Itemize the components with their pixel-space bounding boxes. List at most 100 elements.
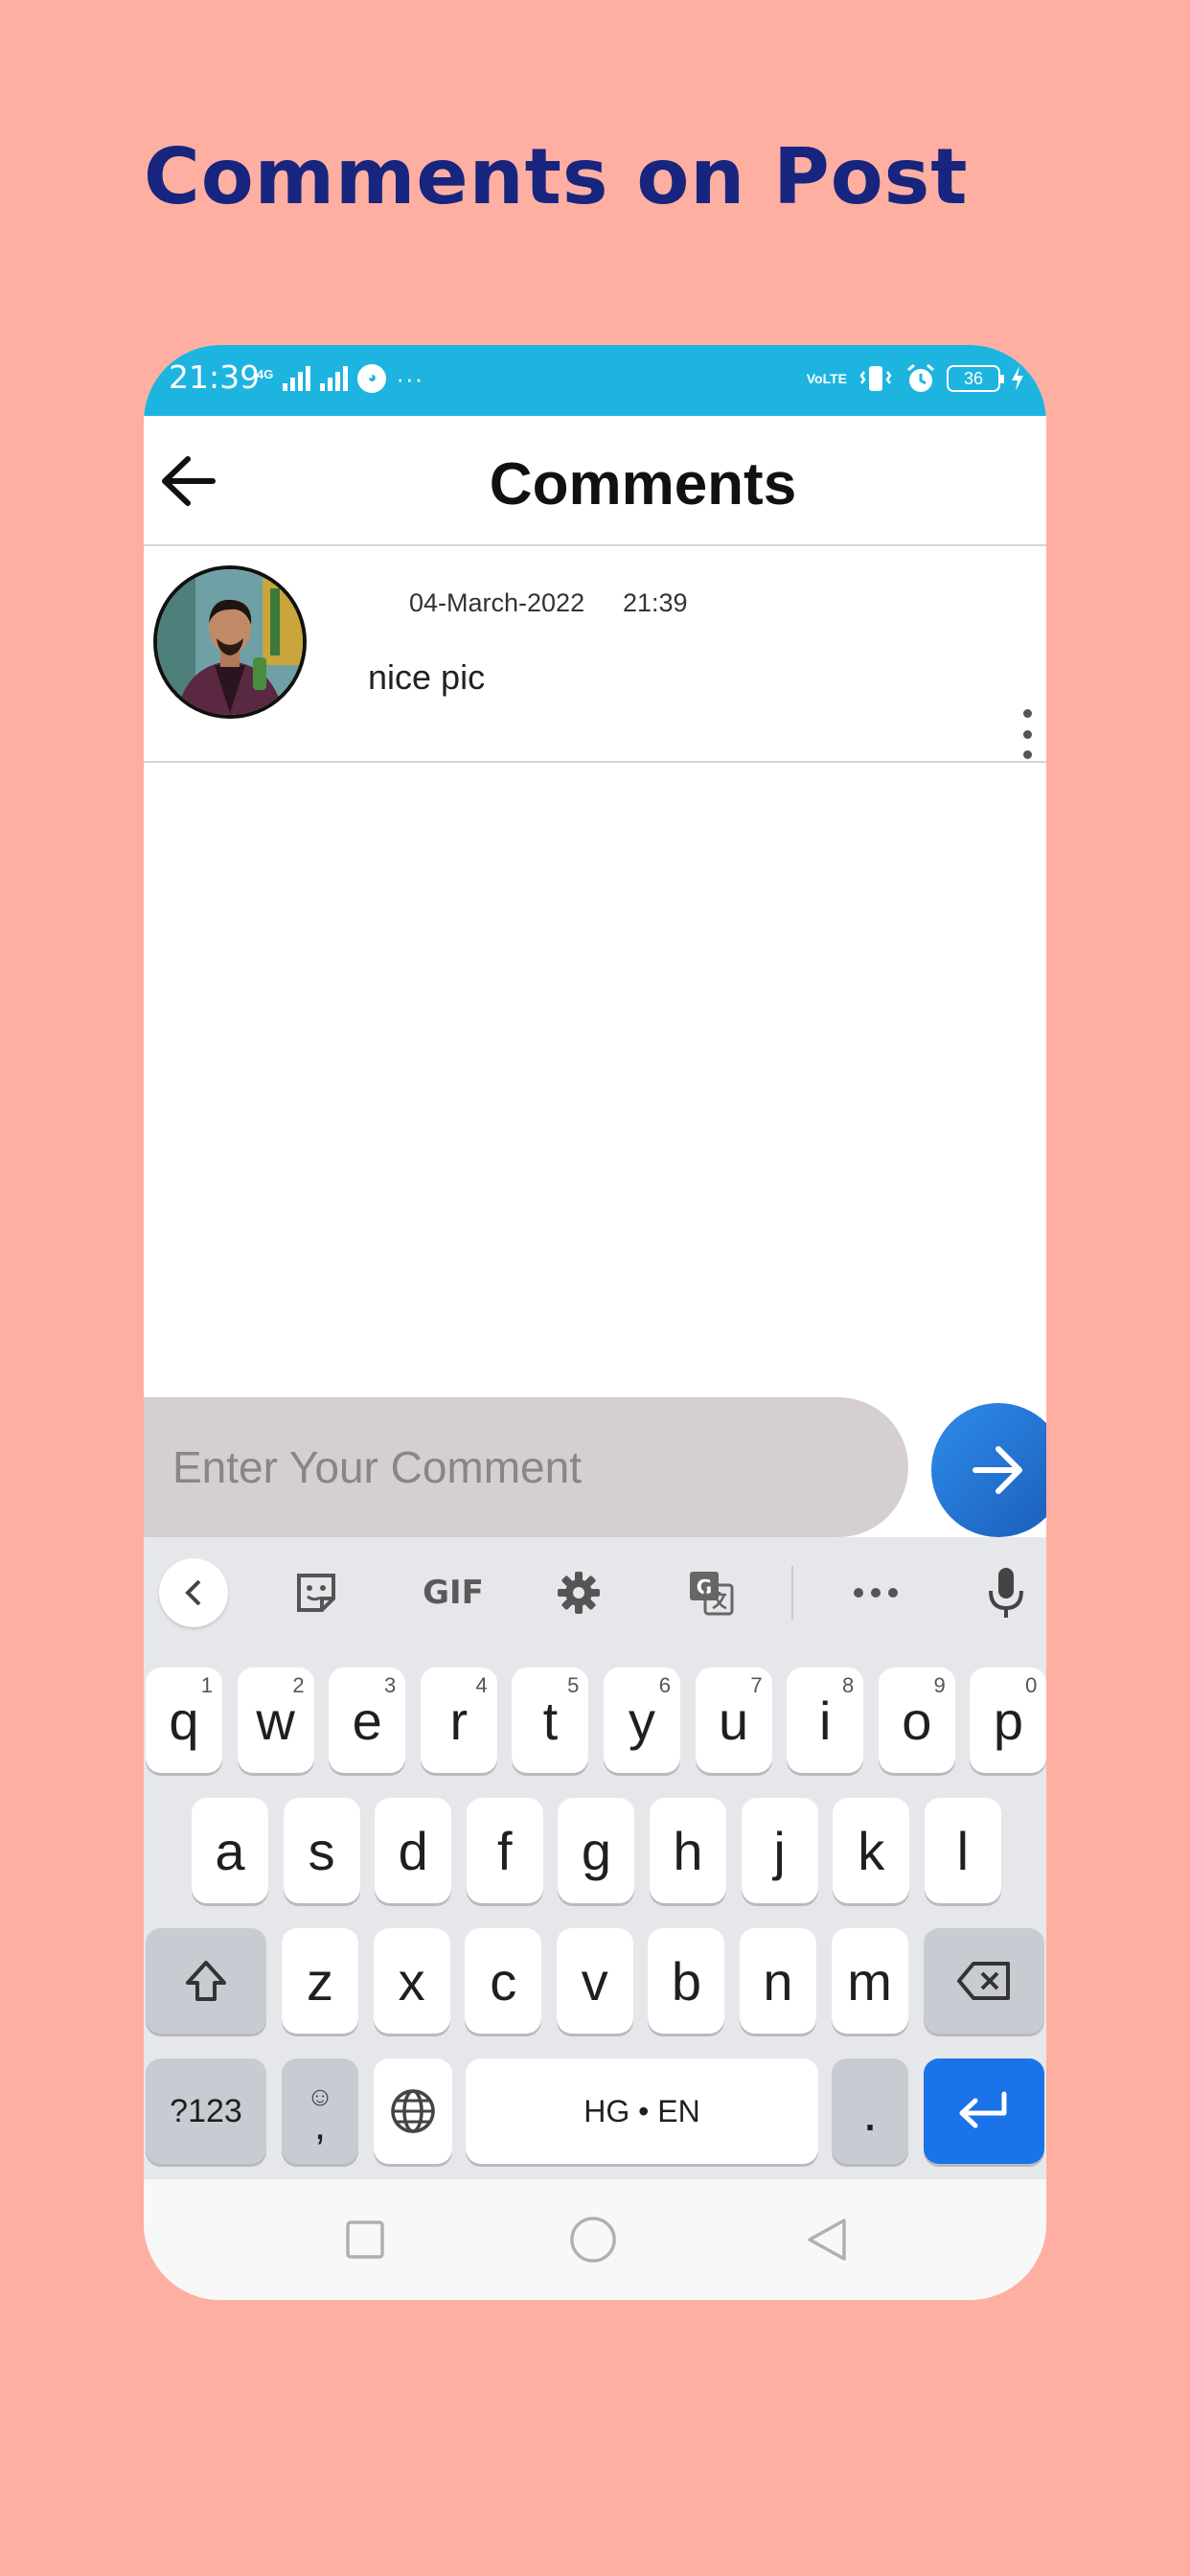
key-label: y bbox=[629, 1690, 655, 1751]
key-w[interactable]: w2 bbox=[237, 1668, 314, 1773]
key-hint: 2 bbox=[292, 1673, 305, 1697]
sticker-icon bbox=[297, 1574, 335, 1612]
key-s[interactable]: s bbox=[283, 1798, 360, 1903]
volte-icon: VoLTE bbox=[806, 371, 847, 386]
key-label: o bbox=[902, 1690, 932, 1751]
key-q[interactable]: q1 bbox=[146, 1668, 222, 1773]
enter-icon bbox=[959, 2091, 1007, 2128]
key-e[interactable]: e3 bbox=[329, 1668, 406, 1773]
page-title: Comments bbox=[489, 451, 797, 518]
key-h[interactable]: h bbox=[650, 1798, 726, 1903]
key-hint: 3 bbox=[383, 1673, 397, 1697]
space-key[interactable]: HG • EN bbox=[466, 2058, 818, 2164]
key-hint: 7 bbox=[750, 1673, 763, 1697]
sticker-button[interactable] bbox=[282, 1558, 351, 1627]
page-headline: Comments on Post bbox=[144, 132, 969, 221]
avatar[interactable] bbox=[153, 565, 307, 719]
battery-icon: 36 bbox=[947, 365, 1004, 392]
key-label: t bbox=[542, 1690, 559, 1751]
key-hint: 9 bbox=[933, 1673, 946, 1697]
key-p[interactable]: p0 bbox=[970, 1668, 1046, 1773]
key-hint: 0 bbox=[1025, 1673, 1038, 1697]
key-i[interactable]: i8 bbox=[787, 1668, 864, 1773]
voice-input-button[interactable] bbox=[972, 1558, 1041, 1627]
signal-icon-2 bbox=[320, 366, 349, 391]
home-button[interactable] bbox=[569, 2216, 617, 2264]
key-f[interactable]: f bbox=[466, 1798, 543, 1903]
back-nav-button[interactable] bbox=[803, 2216, 851, 2264]
key-m[interactable]: m bbox=[831, 1928, 908, 2034]
gear-icon bbox=[558, 1572, 600, 1614]
network-type-label: 4G bbox=[257, 366, 274, 381]
gif-button[interactable]: GIF bbox=[410, 1558, 496, 1627]
comment-text: nice pic bbox=[368, 657, 486, 697]
charging-icon bbox=[1012, 366, 1023, 391]
signal-icon bbox=[283, 366, 311, 391]
more-horizontal-icon bbox=[854, 1588, 898, 1598]
keyboard: GIF G q1w2e3r4t5y6u7i8o9p0 asdfghjkl z x… bbox=[144, 1537, 1046, 2179]
translate-icon: G bbox=[690, 1572, 734, 1616]
status-time: 21:39 bbox=[169, 358, 261, 396]
key-b[interactable]: b bbox=[648, 1928, 725, 2034]
key-z[interactable]: z bbox=[282, 1928, 358, 2034]
key-y[interactable]: y6 bbox=[604, 1668, 680, 1773]
key-r[interactable]: r4 bbox=[420, 1668, 497, 1773]
navigation-bar bbox=[144, 2179, 1046, 2300]
language-key[interactable] bbox=[374, 2058, 452, 2164]
comment-time: 21:39 bbox=[623, 588, 688, 617]
microphone-icon bbox=[989, 1568, 1023, 1618]
key-n[interactable]: n bbox=[740, 1928, 816, 2034]
key-l[interactable]: l bbox=[924, 1798, 1001, 1903]
emoji-comma-key[interactable]: ☺ , bbox=[282, 2058, 358, 2164]
key-label: e bbox=[352, 1690, 382, 1751]
key-x[interactable]: x bbox=[373, 1928, 450, 2034]
recent-apps-button[interactable] bbox=[341, 2216, 389, 2264]
chevron-left-icon bbox=[185, 1579, 201, 1606]
key-hint: 4 bbox=[475, 1673, 488, 1697]
key-hint: 6 bbox=[658, 1673, 671, 1697]
key-hint: 8 bbox=[841, 1673, 855, 1697]
key-t[interactable]: t5 bbox=[512, 1668, 589, 1773]
comment-date: 04-March-2022 bbox=[409, 588, 585, 617]
settings-button[interactable] bbox=[544, 1558, 613, 1627]
backspace-icon bbox=[957, 1962, 1010, 2000]
key-o[interactable]: o9 bbox=[878, 1668, 955, 1773]
key-a[interactable]: a bbox=[192, 1798, 268, 1903]
keyboard-toolbar: GIF G bbox=[144, 1537, 1046, 1648]
vibrate-icon bbox=[859, 366, 892, 391]
more-options-button[interactable] bbox=[1016, 709, 1039, 759]
symbols-key[interactable]: ?123 bbox=[146, 2058, 266, 2164]
discord-icon: ◕ bbox=[357, 364, 387, 393]
translate-button[interactable]: G bbox=[676, 1558, 745, 1627]
phone-screen: 21:39 4G ◕ ··· VoLTE 36 Comments 04-Marc… bbox=[144, 345, 1046, 2300]
key-label: u bbox=[719, 1690, 749, 1751]
shift-key[interactable] bbox=[146, 1928, 266, 2034]
key-c[interactable]: c bbox=[465, 1928, 542, 2034]
key-d[interactable]: d bbox=[375, 1798, 452, 1903]
alarm-icon bbox=[907, 363, 934, 392]
avatar-photo bbox=[157, 569, 303, 715]
send-button[interactable] bbox=[931, 1403, 1046, 1537]
comma-label: , bbox=[313, 2102, 327, 2149]
key-g[interactable]: g bbox=[558, 1798, 635, 1903]
backspace-key[interactable] bbox=[924, 1928, 1044, 2034]
period-key[interactable]: . bbox=[832, 2058, 908, 2164]
square-icon bbox=[346, 2220, 384, 2259]
key-v[interactable]: v bbox=[556, 1928, 633, 2034]
key-hint: 5 bbox=[567, 1673, 580, 1697]
enter-key[interactable] bbox=[924, 2058, 1044, 2164]
key-j[interactable]: j bbox=[741, 1798, 818, 1903]
key-label: r bbox=[449, 1690, 469, 1751]
toolbar-divider bbox=[791, 1566, 793, 1620]
key-label: i bbox=[818, 1690, 832, 1751]
key-label: q bbox=[169, 1690, 199, 1751]
key-k[interactable]: k bbox=[833, 1798, 910, 1903]
triangle-back-icon bbox=[808, 2219, 846, 2261]
circle-icon bbox=[570, 2217, 616, 2263]
more-tools-button[interactable] bbox=[841, 1558, 910, 1627]
key-u[interactable]: u7 bbox=[695, 1668, 772, 1773]
status-bar: 21:39 4G ◕ ··· VoLTE 36 bbox=[144, 345, 1046, 416]
comment-input[interactable] bbox=[172, 1397, 881, 1537]
key-hint: 1 bbox=[200, 1673, 213, 1697]
collapse-toolbar-button[interactable] bbox=[159, 1558, 228, 1627]
